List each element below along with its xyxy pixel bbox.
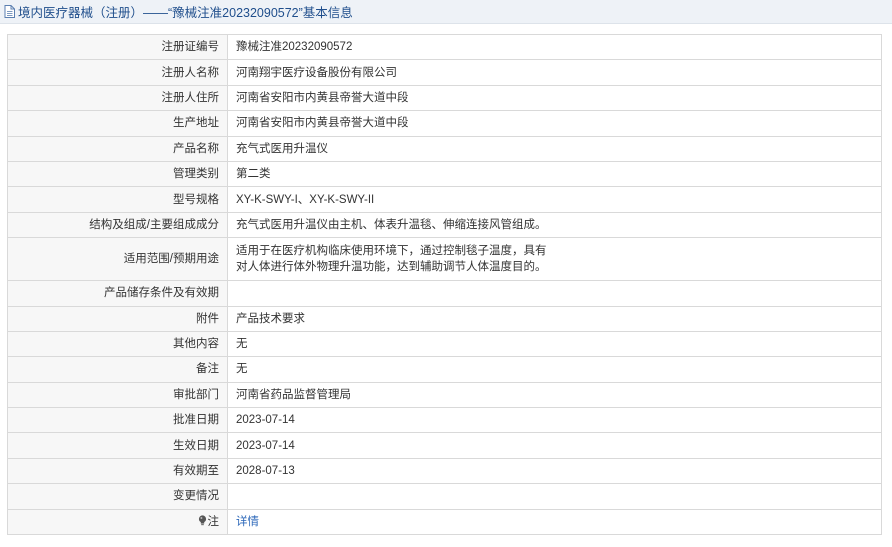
table-row: 管理类别 第二类 — [7, 160, 882, 188]
document-icon — [4, 5, 16, 19]
row-label: 型号规格 — [7, 186, 228, 213]
row-value: 河南省安阳市内黄县帝誉大道中段 — [227, 110, 882, 137]
row-value — [227, 280, 882, 307]
table-row: 审批部门 河南省药品监督管理局 — [7, 381, 882, 409]
table-row: 附件 产品技术要求 — [7, 305, 882, 332]
row-value: 无 — [227, 356, 882, 383]
row-label: 适用范围/预期用途 — [7, 237, 228, 282]
row-label: 注册人住所 — [7, 84, 228, 112]
row-label: 注册人名称 — [7, 59, 228, 86]
row-label: 结构及组成/主要组成成分 — [7, 211, 228, 239]
row-label: 变更情况 — [7, 483, 228, 510]
row-value-line: 适用于在医疗机构临床使用环境下，通过控制毯子温度，具有 — [236, 245, 547, 258]
row-value-line: 对人体进行体外物理升温功能，达到辅助调节人体温度目的。 — [236, 261, 547, 274]
row-value: XY-K-SWY-I、XY-K-SWY-II — [227, 186, 882, 213]
table-row: 备注 无 — [7, 356, 882, 383]
row-value: 第二类 — [227, 160, 882, 188]
lightbulb-icon — [198, 515, 207, 526]
table-row: 结构及组成/主要组成成分 充气式医用升温仪由主机、体表升温毯、伸缩连接风管组成。 — [7, 211, 882, 239]
row-label-note: 注 — [7, 508, 228, 536]
row-value: 2023-07-14 — [227, 432, 882, 459]
row-value: 河南省安阳市内黄县帝誉大道中段 — [227, 84, 882, 112]
table-row: 批准日期 2023-07-14 — [7, 407, 882, 434]
table-row: 型号规格 XY-K-SWY-I、XY-K-SWY-II — [7, 186, 882, 213]
table-row: 变更情况 — [7, 483, 882, 510]
row-label: 批准日期 — [7, 407, 228, 434]
table-row: 适用范围/预期用途 适用于在医疗机构临床使用环境下，通过控制毯子温度，具有 对人… — [7, 237, 882, 282]
table-row: 生产地址 河南省安阳市内黄县帝誉大道中段 — [7, 110, 882, 137]
details-link[interactable]: 详情 — [236, 516, 259, 528]
table-row: 产品名称 充气式医用升温仪 — [7, 135, 882, 162]
table-row: 其他内容 无 — [7, 330, 882, 358]
row-value: 产品技术要求 — [227, 305, 882, 332]
row-label: 产品名称 — [7, 135, 228, 162]
page-title: 境内医疗器械（注册）——“豫械注准20232090572”基本信息 — [18, 6, 353, 20]
row-label: 备注 — [7, 356, 228, 383]
row-label: 附件 — [7, 305, 228, 332]
table-row: 产品储存条件及有效期 — [7, 280, 882, 307]
row-value: 详情 — [227, 508, 882, 536]
table-row: 生效日期 2023-07-14 — [7, 432, 882, 459]
table-row: 有效期至 2028-07-13 — [7, 457, 882, 485]
row-value: 充气式医用升温仪 — [227, 135, 882, 162]
row-label: 其他内容 — [7, 330, 228, 358]
row-label: 审批部门 — [7, 381, 228, 409]
row-value: 充气式医用升温仪由主机、体表升温毯、伸缩连接风管组成。 — [227, 211, 882, 239]
row-value: 河南省药品监督管理局 — [227, 381, 882, 409]
row-value: 无 — [227, 330, 882, 358]
row-label: 产品储存条件及有效期 — [7, 280, 228, 307]
row-label: 管理类别 — [7, 160, 228, 188]
row-value: 豫械注准20232090572 — [227, 33, 882, 61]
note-label: 注 — [207, 515, 220, 528]
row-value: 适用于在医疗机构临床使用环境下，通过控制毯子温度，具有 对人体进行体外物理升温功… — [227, 237, 882, 282]
row-value — [227, 483, 882, 510]
row-value: 河南翔宇医疗设备股份有限公司 — [227, 59, 882, 86]
row-label: 生产地址 — [7, 110, 228, 137]
row-label: 有效期至 — [7, 457, 228, 485]
table-row: 注 详情 — [7, 508, 882, 536]
row-value: 2023-07-14 — [227, 407, 882, 434]
row-label: 注册证编号 — [7, 33, 228, 61]
table-row: 注册人名称 河南翔宇医疗设备股份有限公司 — [7, 59, 882, 86]
row-value: 2028-07-13 — [227, 457, 882, 485]
table-row: 注册证编号 豫械注准20232090572 — [7, 33, 882, 61]
page-header: 境内医疗器械（注册）——“豫械注准20232090572”基本信息 — [0, 0, 892, 24]
row-label: 生效日期 — [7, 432, 228, 459]
table-row: 注册人住所 河南省安阳市内黄县帝誉大道中段 — [7, 84, 882, 112]
info-table: 注册证编号 豫械注准20232090572 注册人名称 河南翔宇医疗设备股份有限… — [7, 33, 882, 536]
